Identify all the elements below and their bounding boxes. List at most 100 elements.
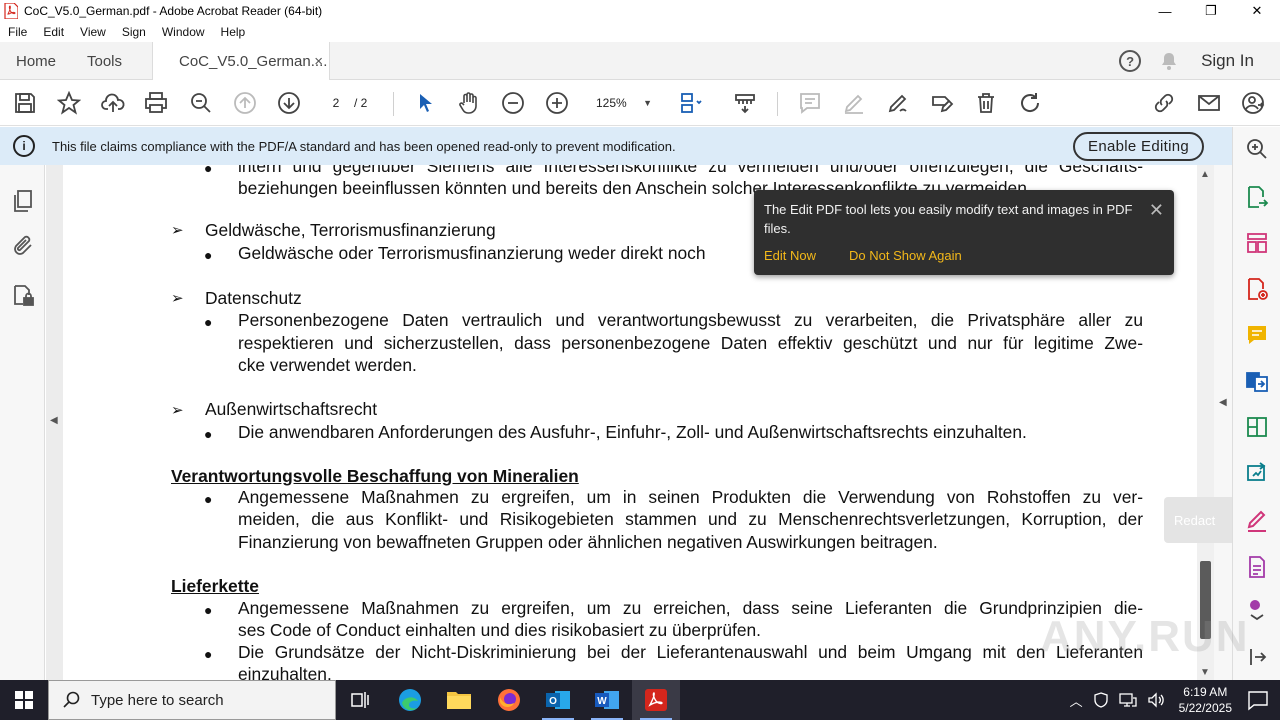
arrow-bullet-icon: ➢ [171, 222, 184, 239]
popup-message: The Edit PDF tool lets you easily modify… [764, 202, 1133, 236]
search-zoom-icon[interactable] [1245, 137, 1269, 161]
doc-line: cke verwendet werden. [238, 355, 417, 375]
toolbar: 2 / 2 125% ▼ [0, 80, 1280, 126]
notification-center-icon[interactable] [1246, 688, 1270, 712]
delete-icon[interactable] [973, 90, 999, 116]
scroll-mode-icon[interactable] [732, 90, 758, 116]
menu-file[interactable]: File [0, 25, 35, 39]
edge-icon[interactable] [386, 680, 434, 720]
doc-line: respektieren und sicherzustellen, dass p… [238, 333, 1143, 353]
edit-now-link[interactable]: Edit Now [764, 248, 816, 263]
print-icon[interactable] [143, 90, 169, 116]
arrow-bullet-icon: ➢ [171, 290, 184, 307]
right-pane-toggle[interactable]: ◀ [1214, 165, 1232, 680]
doc-line: Geldwäsche oder Terrorismusfinanzierung … [238, 243, 706, 263]
upload-icon[interactable] [100, 90, 126, 116]
bullet-icon: ● [204, 602, 213, 618]
outlook-icon[interactable]: O [534, 680, 582, 720]
word-icon[interactable]: W [583, 680, 631, 720]
protect-pdf-icon[interactable] [1245, 555, 1269, 579]
popup-close-button[interactable]: ✕ [1149, 200, 1164, 221]
close-tab-button[interactable]: × [314, 53, 323, 70]
organize-pages-icon[interactable] [1245, 231, 1269, 255]
menu-help[interactable]: Help [213, 25, 254, 39]
create-pdf-icon[interactable] [1245, 277, 1269, 301]
zoom-search-icon[interactable] [188, 90, 214, 116]
select-arrow-icon[interactable] [412, 90, 438, 116]
link-icon[interactable] [1151, 90, 1177, 116]
tab-document[interactable]: CoC_V5.0_German.... × [152, 42, 330, 80]
left-navigation-pane [0, 165, 45, 680]
edit-icon[interactable] [929, 90, 955, 116]
close-window-button[interactable]: ✕ [1234, 0, 1280, 22]
page-number-input[interactable]: 2 [322, 92, 350, 114]
menu-sign[interactable]: Sign [114, 25, 154, 39]
maximize-button[interactable]: ❐ [1188, 0, 1234, 22]
comment-tool-icon[interactable] [1245, 323, 1269, 347]
compress-pdf-icon[interactable] [1245, 415, 1269, 439]
left-pane-toggle[interactable]: ◀ [46, 165, 63, 680]
clock[interactable]: 6:19 AM 5/22/2025 [1179, 684, 1232, 716]
zoom-level-value: 125% [596, 96, 627, 110]
attachment-icon[interactable] [11, 234, 35, 258]
share-user-icon[interactable] [1240, 90, 1266, 116]
rotate-icon[interactable] [1017, 90, 1043, 116]
acrobat-icon[interactable] [632, 680, 680, 720]
sign-in-button[interactable]: Sign In [1201, 51, 1254, 71]
comment-icon[interactable] [797, 90, 823, 116]
pages-thumbnail-icon[interactable] [11, 189, 35, 213]
tab-home[interactable]: Home [16, 42, 56, 80]
file-explorer-icon[interactable] [435, 680, 483, 720]
export-pdf-icon[interactable] [1245, 185, 1269, 209]
scroll-up-icon[interactable]: ▲ [1200, 169, 1210, 180]
help-icon[interactable]: ? [1119, 50, 1142, 72]
scan-ocr-icon[interactable] [1245, 461, 1269, 485]
zoom-in-icon[interactable] [544, 90, 570, 116]
vertical-scrollbar[interactable]: ▲ ▼ [1197, 165, 1214, 680]
minimize-button[interactable]: — [1142, 0, 1188, 22]
menu-bar: File Edit View Sign Window Help [0, 22, 1280, 42]
menu-edit[interactable]: Edit [35, 25, 72, 39]
lock-document-icon[interactable] [11, 283, 35, 307]
do-not-show-again-link[interactable]: Do Not Show Again [849, 248, 962, 263]
menu-view[interactable]: View [72, 25, 114, 39]
watermark-logo: ANY.RUN [1040, 612, 1250, 661]
network-icon[interactable] [1118, 692, 1137, 708]
menu-window[interactable]: Window [154, 25, 213, 39]
sign-icon[interactable] [885, 90, 911, 116]
start-button[interactable] [0, 680, 48, 720]
highlight-icon[interactable] [841, 90, 867, 116]
tab-document-label: CoC_V5.0_German.... [179, 52, 328, 70]
scroll-down-icon[interactable]: ▼ [1200, 667, 1210, 678]
firefox-icon[interactable] [485, 680, 533, 720]
taskbar-search[interactable]: Type here to search [48, 680, 336, 720]
chevron-down-icon: ▼ [643, 98, 652, 108]
doc-line: Die anwendbaren Anforderungen des Ausfuh… [238, 422, 1027, 442]
chevron-left-icon: ◀ [50, 415, 58, 426]
combine-files-icon[interactable] [1245, 369, 1269, 393]
page-up-icon[interactable] [232, 90, 258, 116]
defender-icon[interactable] [1093, 692, 1109, 708]
save-icon[interactable] [12, 90, 38, 116]
bullet-icon: ● [204, 491, 213, 507]
redact-icon[interactable] [1245, 509, 1269, 533]
zoom-out-icon[interactable] [500, 90, 526, 116]
page-view-icon[interactable] [678, 90, 704, 116]
zoom-level-select[interactable]: 125% ▼ [590, 92, 656, 114]
info-message: This file claims compliance with the PDF… [52, 138, 676, 154]
bookmark-star-icon[interactable] [56, 90, 82, 116]
hand-icon[interactable] [456, 90, 482, 116]
bullet-icon: ● [204, 426, 213, 442]
task-view-icon[interactable] [336, 680, 384, 720]
email-icon[interactable] [1196, 90, 1222, 116]
page-down-icon[interactable] [276, 90, 302, 116]
tab-tools[interactable]: Tools [87, 42, 122, 80]
volume-icon[interactable] [1147, 692, 1165, 708]
enable-editing-button[interactable]: Enable Editing [1073, 132, 1204, 161]
doc-line: Angemessene Maßnahmen zu ergreifen, um i… [238, 487, 1143, 507]
notification-bell-icon[interactable] [1159, 51, 1179, 71]
doc-section-title: Datenschutz [205, 288, 302, 308]
chevron-up-icon[interactable]: ︿ [1070, 691, 1083, 710]
info-icon: i [13, 135, 35, 157]
acrobat-app-icon [4, 3, 18, 19]
